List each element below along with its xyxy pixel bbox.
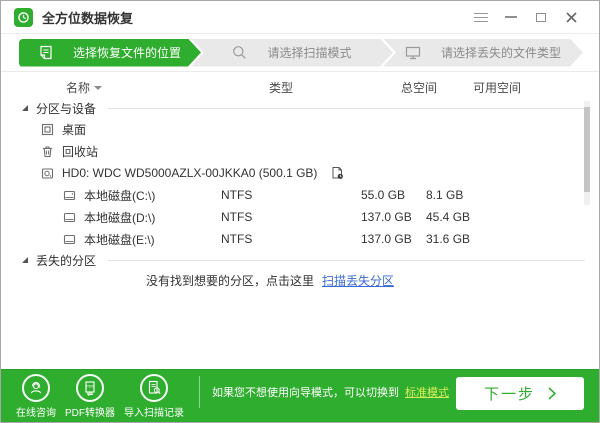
item-label: 本地磁盘(D:\): [84, 210, 156, 225]
disk-icon: [63, 211, 76, 224]
search-icon: [232, 45, 247, 60]
step-file-types[interactable]: 请选择丢失的文件类型: [383, 39, 583, 67]
title-bar: 全方位数据恢复: [1, 1, 599, 34]
step-scan-mode[interactable]: 请选择扫描模式: [191, 39, 393, 67]
menu-button[interactable]: [466, 5, 496, 29]
tool-label: 在线咨询: [16, 407, 56, 419]
pdf-converter-button[interactable]: PDF PDF转换器: [65, 373, 115, 419]
load-scan-record-icon[interactable]: [331, 166, 344, 180]
close-icon: [565, 11, 577, 23]
step-select-location[interactable]: 选择恢复文件的位置: [19, 39, 201, 67]
scrollbar-thumb[interactable]: [584, 107, 590, 192]
next-step-button[interactable]: 下一步: [456, 376, 584, 410]
table-header: 名称 类型 总空间 可用空间: [1, 72, 599, 98]
step-label: 请选择扫描模式: [267, 46, 352, 60]
hamburger-icon: [474, 12, 488, 22]
item-label: 回收站: [62, 144, 99, 159]
desktop-icon: [41, 123, 54, 136]
hard-drive-icon: [41, 167, 54, 180]
disk-free: 45.4 GB: [426, 210, 471, 224]
mode-hint-text: 如果您不想使用向导模式，可以切换到: [212, 387, 399, 399]
section-label: 分区与设备: [36, 101, 97, 116]
chevron-right-icon: [548, 386, 556, 400]
footer-bar: 在线咨询 PDF PDF转换器 导入扫描记录 如果您不想使用向导模式，可以切换到…: [1, 369, 599, 422]
list-item-disk-c[interactable]: 本地磁盘(C:\) NTFS 55.0 GB 8.1 GB: [1, 184, 599, 206]
app-logo-icon: [14, 7, 33, 27]
section-lost-partitions[interactable]: 丢失的分区: [1, 252, 599, 268]
disk-icon: [63, 189, 76, 202]
section-divider: [108, 259, 585, 261]
item-label: 本地磁盘(E:\): [84, 232, 155, 247]
minimize-button[interactable]: [496, 5, 526, 29]
header-name[interactable]: 名称: [66, 79, 90, 96]
section-divider: [108, 107, 585, 109]
disk-icon: [63, 233, 76, 246]
scan-lost-partitions-link[interactable]: 扫描丢失分区: [322, 272, 394, 289]
recovery-clock-icon: [18, 11, 29, 23]
tool-label: 导入扫描记录: [124, 407, 184, 419]
disk-type: NTFS: [221, 210, 253, 224]
item-label: HD0: WDC WD5000AZLX-00JKKA0 (500.1 GB): [62, 166, 318, 180]
maximize-button[interactable]: [526, 5, 556, 29]
mode-hint: 如果您不想使用向导模式，可以切换到 标准模式: [212, 384, 449, 400]
import-scan-record-button[interactable]: 导入扫描记录: [124, 373, 184, 419]
headset-person-icon: [22, 373, 50, 402]
header-total-space[interactable]: 总空间: [401, 79, 437, 96]
pdf-converter-icon: PDF: [76, 373, 104, 402]
list-item-disk-e[interactable]: 本地磁盘(E:\) NTFS 137.0 GB 31.6 GB: [1, 228, 599, 250]
window-controls: [466, 5, 586, 29]
section-label: 丢失的分区: [36, 253, 97, 268]
expand-triangle-icon: [21, 104, 29, 112]
step-label: 请选择丢失的文件类型: [440, 46, 561, 60]
lost-partition-hint-row: 没有找到想要的分区，点击这里 扫描丢失分区: [1, 268, 569, 292]
next-step-label: 下一步: [483, 385, 535, 403]
section-partitions-devices[interactable]: 分区与设备: [1, 98, 599, 118]
import-scan-icon: [140, 373, 168, 402]
disk-type: NTFS: [221, 232, 253, 246]
header-free-space[interactable]: 可用空间: [473, 79, 521, 96]
app-title: 全方位数据恢复: [42, 10, 134, 26]
maximize-icon: [536, 12, 546, 22]
disk-type: NTFS: [221, 188, 253, 202]
item-label: 本地磁盘(C:\): [84, 188, 156, 203]
wizard-step-bar: 选择恢复文件的位置 请选择扫描模式 请选择丢失的文件类型: [1, 34, 599, 72]
disk-total: 137.0 GB: [361, 232, 412, 246]
list-item-desktop[interactable]: 桌面: [1, 118, 599, 140]
standard-mode-link[interactable]: 标准模式: [405, 387, 449, 399]
header-type[interactable]: 类型: [269, 79, 293, 96]
disk-total: 55.0 GB: [361, 188, 406, 202]
online-consult-button[interactable]: 在线咨询: [16, 373, 56, 419]
disk-free: 8.1 GB: [426, 188, 464, 202]
footer-divider: [199, 376, 200, 408]
close-button[interactable]: [556, 5, 586, 29]
list-item-recycle-bin[interactable]: 回收站: [1, 140, 599, 162]
monitor-icon: [405, 45, 421, 60]
drive-list-panel: 名称 类型 总空间 可用空间 分区与设备 桌面 回收站 HD0: WDC WD5…: [1, 72, 599, 372]
minimize-icon: [505, 16, 517, 18]
list-item-disk-d[interactable]: 本地磁盘(D:\) NTFS 137.0 GB 45.4 GB: [1, 206, 599, 228]
expand-triangle-icon: [21, 256, 29, 264]
disk-free: 31.6 GB: [426, 232, 471, 246]
tool-label: PDF转换器: [65, 407, 115, 419]
svg-text:PDF: PDF: [86, 383, 95, 388]
step-label: 选择恢复文件的位置: [72, 46, 181, 60]
sort-caret-icon: [94, 86, 102, 90]
list-item-hd0[interactable]: HD0: WDC WD5000AZLX-00JKKA0 (500.1 GB): [1, 162, 599, 184]
document-icon: [39, 45, 53, 60]
disk-total: 137.0 GB: [361, 210, 412, 224]
item-label: 桌面: [62, 122, 87, 137]
lost-partition-hint: 没有找到想要的分区，点击这里: [145, 273, 314, 288]
app-window: 全方位数据恢复 选择恢复文件的位置 请选择扫描模式 请选择丢失的文件类型 名称 …: [0, 0, 600, 423]
recycle-bin-icon: [41, 145, 54, 158]
